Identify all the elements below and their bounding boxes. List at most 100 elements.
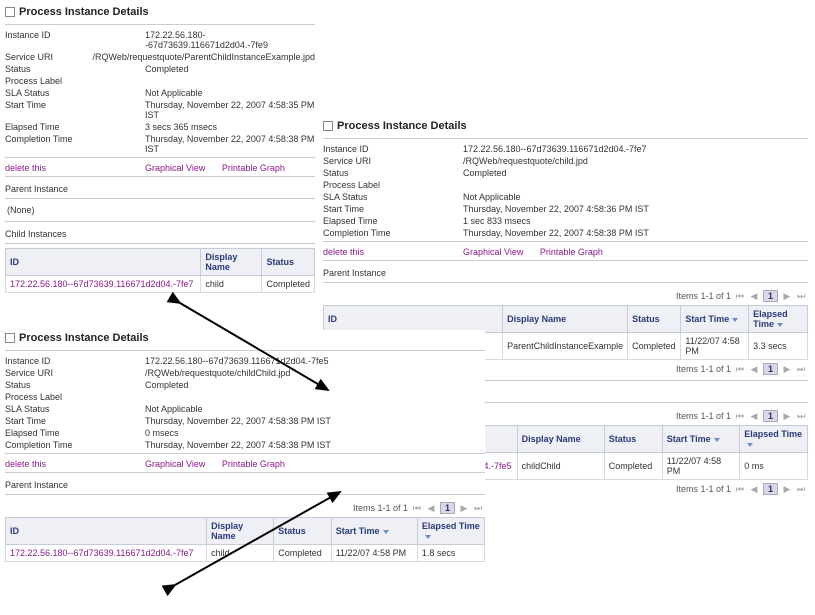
val-start-time: Thursday, November 22, 2007 4:58:36 PM I…	[463, 204, 808, 214]
pager-prev-icon[interactable]: ◀	[426, 503, 436, 513]
pager-current[interactable]: 1	[763, 483, 778, 495]
val-start-time: Thursday, November 22, 2007 4:58:38 PM I…	[145, 416, 485, 426]
label-process-label: Process Label	[5, 392, 145, 402]
pager-first-icon[interactable]: ⏮	[735, 364, 745, 374]
col-id[interactable]: ID	[324, 306, 503, 333]
col-start[interactable]: Start Time	[331, 518, 417, 545]
separator	[5, 157, 315, 158]
label-sla-status: SLA Status	[5, 404, 145, 414]
graphical-view-link[interactable]: Graphical View	[463, 247, 523, 257]
val-process-label	[145, 76, 315, 86]
col-id[interactable]: ID	[6, 518, 207, 545]
row-status: Completed	[604, 453, 662, 480]
panel3-title: Process Instance Details	[323, 118, 808, 136]
separator	[5, 176, 315, 177]
col-display[interactable]: Display Name	[517, 426, 604, 453]
parent-instance-value: (None)	[5, 203, 315, 219]
pager-top: Items 1-1 of 1 ⏮ ◀ 1 ▶ ⏭	[323, 287, 808, 305]
col-status[interactable]: Status	[274, 518, 331, 545]
panel1-title: Process Instance Details	[5, 4, 315, 22]
pager-last-icon[interactable]: ⏭	[473, 503, 483, 513]
row-display: child	[207, 545, 274, 562]
pager-first-icon[interactable]: ⏮	[412, 503, 422, 513]
delete-link[interactable]: delete this	[323, 247, 364, 257]
pager-first-icon[interactable]: ⏮	[735, 484, 745, 494]
pager-next-icon[interactable]: ▶	[459, 503, 469, 513]
label-completion-time: Completion Time	[5, 134, 145, 154]
table-header-row: ID Display Name Status Start Time Elapse…	[324, 306, 808, 333]
pager-last-icon[interactable]: ⏭	[796, 411, 806, 421]
pager-prev-icon[interactable]: ◀	[749, 291, 759, 301]
pager-text: Items 1-1 of 1	[353, 503, 408, 513]
panel2-parent-table: ID Display Name Status Start Time Elapse…	[5, 517, 485, 562]
pager-prev-icon[interactable]: ◀	[749, 484, 759, 494]
row-elapsed: 3.3 secs	[749, 333, 808, 360]
val-completion-time: Thursday, November 22, 2007 4:58:38 PM I…	[463, 228, 808, 238]
val-service-uri: /RQWeb/requestquote/child.jpd	[463, 156, 808, 166]
label-service-uri: Service URI	[5, 52, 93, 62]
panel-icon	[5, 7, 15, 17]
row-id-link[interactable]: 172.22.56.180--67d73639.116671d2d04.-7fe…	[10, 279, 194, 289]
pager-current[interactable]: 1	[763, 290, 778, 302]
label-instance-id: Instance ID	[5, 356, 145, 366]
table-header-row: ID Display Name Status	[6, 249, 315, 276]
val-status: Completed	[463, 168, 808, 178]
pager-prev-icon[interactable]: ◀	[749, 364, 759, 374]
delete-link[interactable]: delete this	[5, 163, 46, 173]
graphical-view-link[interactable]: Graphical View	[145, 459, 205, 469]
pager-first-icon[interactable]: ⏮	[735, 411, 745, 421]
col-status[interactable]: Status	[604, 426, 662, 453]
row-elapsed: 1.8 secs	[417, 545, 484, 562]
pager-text: Items 1-1 of 1	[676, 291, 731, 301]
label-completion-time: Completion Time	[323, 228, 463, 238]
col-display[interactable]: Display Name	[207, 518, 274, 545]
col-id[interactable]: ID	[6, 249, 201, 276]
panel1-child-table: ID Display Name Status 172.22.56.180--67…	[5, 248, 315, 293]
col-display[interactable]: Display Name	[201, 249, 262, 276]
col-start[interactable]: Start Time	[662, 426, 739, 453]
graphical-view-link[interactable]: Graphical View	[145, 163, 205, 173]
pager-current[interactable]: 1	[763, 410, 778, 422]
pager-next-icon[interactable]: ▶	[782, 364, 792, 374]
delete-link[interactable]: delete this	[5, 459, 46, 469]
parent-instance-heading: Parent Instance	[5, 181, 315, 196]
pager-next-icon[interactable]: ▶	[782, 411, 792, 421]
pager-next-icon[interactable]: ▶	[782, 484, 792, 494]
printable-graph-link[interactable]: Printable Graph	[222, 163, 285, 173]
panel-icon	[5, 333, 15, 343]
pager-text: Items 1-1 of 1	[676, 364, 731, 374]
val-completion-time: Thursday, November 22, 2007 4:58:38 PM I…	[145, 134, 315, 154]
col-status[interactable]: Status	[262, 249, 315, 276]
label-sla-status: SLA Status	[323, 192, 463, 202]
panel1-title-text: Process Instance Details	[19, 6, 149, 18]
col-elapsed[interactable]: Elapsed Time	[740, 426, 808, 453]
pager-last-icon[interactable]: ⏭	[796, 364, 806, 374]
col-elapsed[interactable]: Elapsed Time	[749, 306, 808, 333]
pager-first-icon[interactable]: ⏮	[735, 291, 745, 301]
printable-graph-link[interactable]: Printable Graph	[222, 459, 285, 469]
separator	[323, 260, 808, 261]
col-status[interactable]: Status	[628, 306, 681, 333]
pager-last-icon[interactable]: ⏭	[796, 291, 806, 301]
col-start[interactable]: Start Time	[681, 306, 749, 333]
col-display[interactable]: Display Name	[503, 306, 628, 333]
pager-next-icon[interactable]: ▶	[782, 291, 792, 301]
pager-last-icon[interactable]: ⏭	[796, 484, 806, 494]
label-sla-status: SLA Status	[5, 88, 145, 98]
printable-graph-link[interactable]: Printable Graph	[540, 247, 603, 257]
row-status: Completed	[628, 333, 681, 360]
label-status: Status	[5, 64, 145, 74]
row-id-link[interactable]: 172.22.56.180--67d73639.116671d2d04.-7fe…	[10, 548, 194, 558]
col-elapsed[interactable]: Elapsed Time	[417, 518, 484, 545]
label-status: Status	[323, 168, 463, 178]
row-display: childChild	[517, 453, 604, 480]
label-elapsed-time: Elapsed Time	[323, 216, 463, 226]
val-sla-status: Not Applicable	[145, 88, 315, 98]
label-service-uri: Service URI	[5, 368, 145, 378]
pager-current[interactable]: 1	[763, 363, 778, 375]
val-status: Completed	[145, 64, 315, 74]
pager-current[interactable]: 1	[440, 502, 455, 514]
label-process-label: Process Label	[5, 76, 145, 86]
label-instance-id: Instance ID	[5, 30, 145, 50]
pager-prev-icon[interactable]: ◀	[749, 411, 759, 421]
